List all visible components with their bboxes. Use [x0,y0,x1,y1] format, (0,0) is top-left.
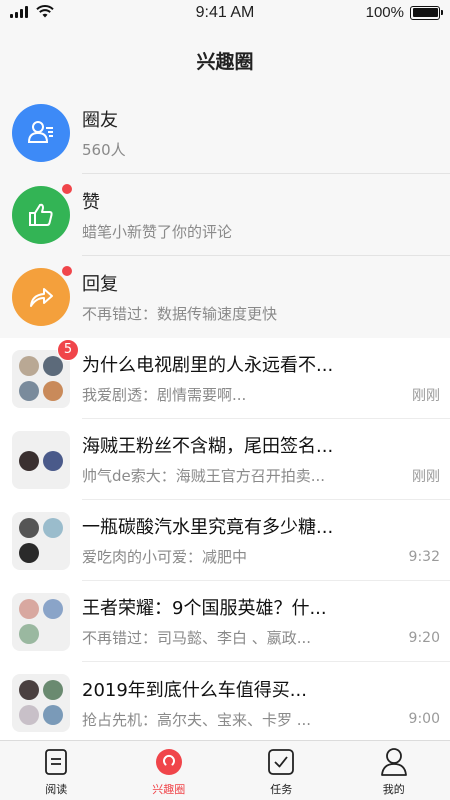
member-avatar [43,680,64,701]
checkbox-icon [266,747,296,777]
member-avatar [43,356,64,377]
chat-list-item[interactable]: 王者荣耀：9个国服英雄？什... 不再错过：司马懿、李白 、嬴政... 9:20 [0,581,450,662]
chat-body: 2019年到底什么车值得买... 抢占先机：高尔夫、宝来、卡罗 ... 9:00 [82,662,450,743]
friends-texts: 圈友 560人 [82,92,450,174]
chat-preview: 不再错过：司马懿、李白 、嬴政... [82,629,312,647]
member-avatar [18,356,39,377]
tab-label: 任务 [270,783,293,796]
member-avatar [18,680,39,701]
top-section: 圈友 560人 赞 蜡笔小新赞了你的评论 回复 不再错过：数据传输速度更快 [0,92,450,338]
chat-list-item[interactable]: 5 为什么电视剧里的人永远看不... 我爱剧透：剧情需要啊... 刚刚 [0,338,450,419]
member-avatar [43,450,64,471]
tab-label: 兴趣圈 [152,783,186,796]
member-avatar [18,542,39,563]
member-avatar [18,704,39,725]
circle-icon [154,747,184,777]
chat-list: 5 为什么电视剧里的人永远看不... 我爱剧透：剧情需要啊... 刚刚 海贼王粉… [0,338,450,743]
chat-title: 海贼王粉丝不含糊，尾田签名... [82,436,334,457]
chat-list-item[interactable]: 一瓶碳酸汽水里究竟有多少糖... 爱吃肉的小可爱：减肥中 9:32 [0,500,450,581]
chat-body: 海贼王粉丝不含糊，尾田签名... 帅气de索大：海贼王官方召开拍卖... 刚刚 [82,419,450,500]
status-bar: 9:41 AM 100% [0,0,450,28]
chat-row: 我爱剧透：剧情需要啊... 刚刚 [82,384,440,405]
chat-preview: 抢占先机：高尔夫、宝来、卡罗 ... [82,710,312,729]
friends-avatar [12,104,70,162]
chat-row: 爱吃肉的小可爱：减肥中 9:32 [82,546,440,567]
chat-row: 帅气de索大：海贼王官方召开拍卖... 刚刚 [82,465,440,486]
top-item-title: 圈友 [82,109,118,131]
top-item-title: 回复 [82,274,118,295]
thumbs-up-icon [29,203,53,226]
chat-preview: 爱吃肉的小可爱：减肥中 [82,548,248,566]
unread-badge: 5 [57,338,79,361]
tab-label: 阅读 [45,783,68,796]
member-avatar [18,599,39,620]
status-right: 100% [365,4,443,21]
group-avatar [12,673,70,732]
group-avatar [12,430,70,489]
member-avatar [18,623,39,644]
chat-time: 刚刚 [412,387,440,404]
battery-percent: 100% [365,4,404,21]
page-title: 兴趣圈 [0,28,450,92]
likes-texts: 赞 蜡笔小新赞了你的评论 [82,174,450,256]
tab-bar: 阅读 兴趣圈 任务 我的 [0,740,450,800]
top-item-likes[interactable]: 赞 蜡笔小新赞了你的评论 [0,174,450,256]
tab-label: 我的 [382,783,405,796]
top-item-subtitle: 560人 [82,140,126,159]
top-item-title: 赞 [82,191,100,213]
tab-interest-circle[interactable]: 兴趣圈 [113,741,226,800]
chat-body: 为什么电视剧里的人永远看不... 我爱剧透：剧情需要啊... 刚刚 [82,338,450,419]
chat-title: 王者荣耀：9个国服英雄？什... [82,598,327,619]
likes-avatar [12,183,73,244]
battery-fill [412,8,438,17]
book-icon [41,747,71,777]
top-item-subtitle: 蜡笔小新赞了你的评论 [82,222,233,241]
top-item-subtitle: 不再错过：数据传输速度更快 [82,305,278,323]
chat-preview: 我爱剧透：剧情需要啊... [82,386,247,404]
tab-mine[interactable]: 我的 [338,741,450,800]
member-avatar [18,450,39,471]
member-avatar [43,518,64,539]
chat-title: 为什么电视剧里的人永远看不... [82,355,334,376]
tab-reading[interactable]: 阅读 [0,741,113,800]
chat-time: 9:00 [408,711,440,727]
unread-dot [61,183,73,195]
person-icon [379,747,409,777]
top-item-replies[interactable]: 回复 不再错过：数据传输速度更快 [0,256,450,338]
group-avatar: 5 [12,338,79,408]
member-avatar [43,599,64,620]
member-avatar [18,380,39,401]
chat-title: 2019年到底什么车值得买... [82,679,307,701]
member-avatar [18,518,39,539]
chat-list-item[interactable]: 2019年到底什么车值得买... 抢占先机：高尔夫、宝来、卡罗 ... 9:00 [0,662,450,743]
chat-row: 抢占先机：高尔夫、宝来、卡罗 ... 9:00 [82,709,440,730]
chat-body: 王者荣耀：9个国服英雄？什... 不再错过：司马懿、李白 、嬴政... 9:20 [82,581,450,662]
chat-time: 刚刚 [412,468,440,485]
chat-list-item[interactable]: 海贼王粉丝不含糊，尾田签名... 帅气de索大：海贼王官方召开拍卖... 刚刚 [0,419,450,500]
replies-texts: 回复 不再错过：数据传输速度更快 [82,256,450,338]
group-avatar [12,592,70,651]
chat-body: 一瓶碳酸汽水里究竟有多少糖... 爱吃肉的小可爱：减肥中 9:32 [82,500,450,581]
chat-preview: 帅气de索大：海贼王官方召开拍卖... [82,467,326,485]
chat-time: 9:32 [408,548,440,565]
member-avatar [43,380,64,401]
contacts-icon [27,121,53,143]
tab-tasks[interactable]: 任务 [225,741,338,800]
group-avatar [12,511,70,570]
battery-icon [410,5,443,20]
reply-arrow-icon [30,288,53,307]
member-avatar [43,704,64,725]
replies-avatar [12,265,73,326]
unread-dot [61,265,73,277]
chat-title: 一瓶碳酸汽水里究竟有多少糖... [82,517,334,538]
chat-time: 9:20 [408,629,440,646]
chat-row: 不再错过：司马懿、李白 、嬴政... 9:20 [82,627,440,648]
top-item-friends[interactable]: 圈友 560人 [0,92,450,174]
